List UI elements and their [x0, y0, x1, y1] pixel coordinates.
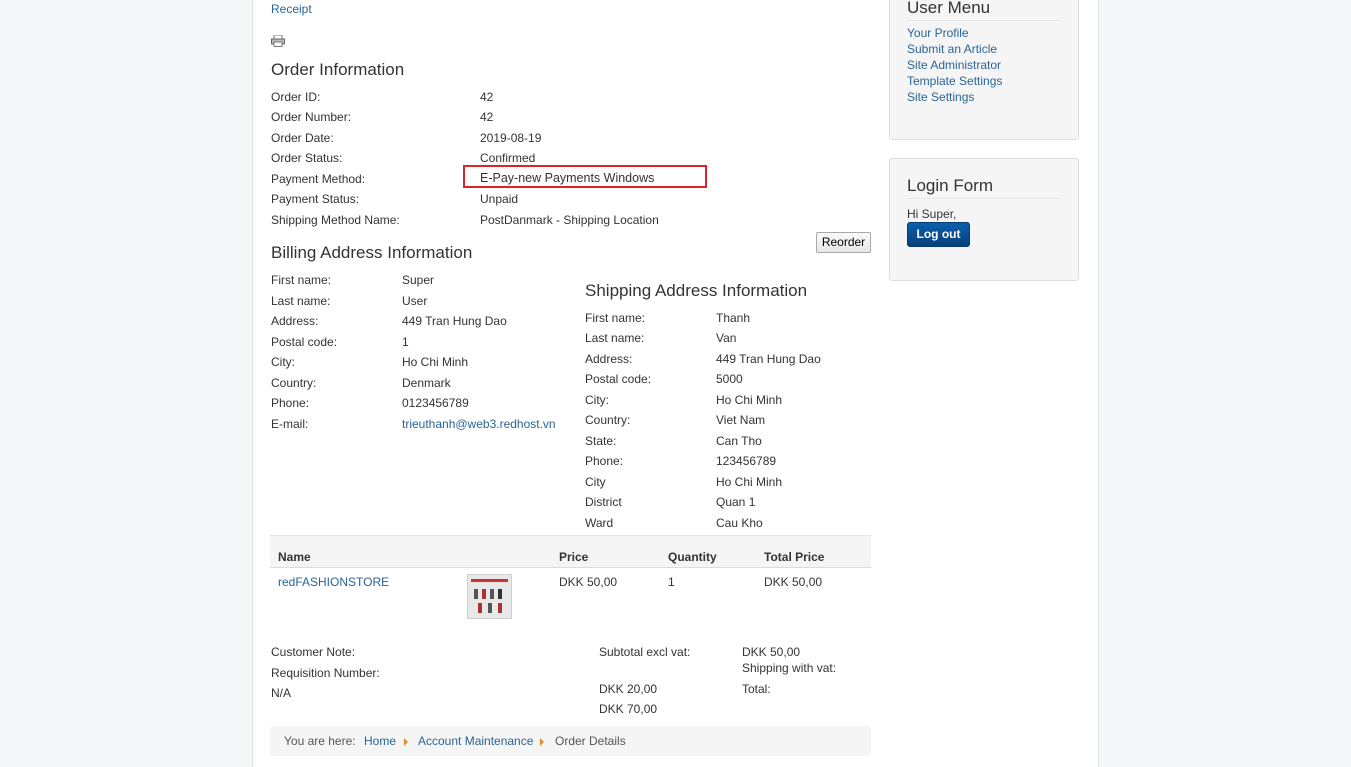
user-menu-template-settings[interactable]: Template Settings — [907, 74, 1002, 88]
login-form-divider — [907, 198, 1060, 199]
login-greeting: Hi Super, — [907, 207, 957, 221]
shipping-method-label: Shipping Method Name: — [271, 213, 400, 227]
logout-button[interactable]: Log out — [907, 222, 970, 247]
total-label: Total: — [742, 682, 771, 696]
shipping-with-vat-label: Shipping with vat: — [742, 661, 837, 675]
product-price: DKK 50,00 — [559, 575, 618, 589]
order-status-label: Order Status: — [271, 151, 343, 165]
order-id-label: Order ID: — [271, 90, 321, 104]
breadcrumb-separator-icon — [404, 738, 408, 746]
product-quantity: 1 — [668, 575, 675, 589]
receipt-link[interactable]: Receipt — [271, 2, 312, 16]
requisition-number-label: Requisition Number: — [271, 666, 380, 680]
shipping-address-value: 449 Tran Hung Dao — [716, 352, 821, 366]
col-quantity-header: Quantity — [668, 550, 717, 564]
billing-heading: Billing Address Information — [271, 243, 473, 262]
user-menu-title: User Menu — [907, 0, 991, 17]
total-value: DKK 70,00 — [599, 702, 658, 716]
shipping-ward-value: Cau Kho — [716, 516, 763, 530]
breadcrumb-prefix: You are here: — [284, 734, 356, 748]
order-id-value: 42 — [480, 90, 494, 104]
product-total: DKK 50,00 — [764, 575, 823, 589]
order-number-label: Order Number: — [271, 110, 352, 124]
shipping-phone-label: Phone: — [585, 454, 624, 468]
col-price-header: Price — [559, 550, 589, 564]
shipping-phone-value: 123456789 — [716, 454, 777, 468]
breadcrumb-separator-icon — [540, 738, 544, 746]
col-name-header: Name — [278, 550, 311, 564]
shipping-city-label: City: — [585, 393, 609, 407]
user-menu-your-profile[interactable]: Your Profile — [907, 26, 969, 40]
shipping-first-name-value: Thanh — [716, 311, 751, 325]
shipping-city2-label: City — [585, 475, 606, 489]
user-menu-site-settings[interactable]: Site Settings — [907, 90, 974, 104]
breadcrumb-account-link[interactable]: Account Maintenance — [418, 734, 533, 748]
shipping-district-value: Quan 1 — [716, 495, 756, 509]
billing-email-link[interactable]: trieuthanh@web3.redhost.vn — [402, 417, 556, 431]
user-menu-divider — [907, 20, 1060, 21]
shipping-city-value: Ho Chi Minh — [716, 393, 783, 407]
user-menu-site-administrator[interactable]: Site Administrator — [907, 58, 1001, 72]
shipping-state-value: Can Tho — [716, 434, 762, 448]
shipping-country-label: Country: — [585, 413, 631, 427]
payment-method-label: Payment Method: — [271, 172, 366, 186]
requisition-number-value: N/A — [271, 686, 292, 700]
order-date-label: Order Date: — [271, 131, 334, 145]
billing-country-label: Country: — [271, 376, 317, 390]
user-menu-submit-article[interactable]: Submit an Article — [907, 42, 997, 56]
billing-last-name-value: User — [402, 294, 428, 308]
breadcrumb-home-link[interactable]: Home — [364, 734, 396, 748]
shipping-with-vat-value: DKK 20,00 — [599, 682, 658, 696]
shipping-postal-label: Postal code: — [585, 372, 652, 386]
payment-method-highlight — [463, 165, 707, 188]
print-icon[interactable] — [271, 35, 285, 47]
breadcrumb-current: Order Details — [555, 734, 626, 748]
billing-last-name-label: Last name: — [271, 294, 331, 308]
subtotal-value: DKK 50,00 — [742, 645, 801, 659]
billing-postal-value: 1 — [402, 335, 409, 349]
billing-country-value: Denmark — [402, 376, 451, 390]
billing-first-name-label: First name: — [271, 273, 332, 287]
shipping-method-value: PostDanmark - Shipping Location — [480, 213, 659, 227]
reorder-button[interactable]: Reorder — [816, 232, 871, 253]
billing-phone-value: 0123456789 — [402, 396, 469, 410]
payment-status-label: Payment Status: — [271, 192, 360, 206]
billing-address-label: Address: — [271, 314, 319, 328]
order-info-heading: Order Information — [271, 60, 405, 79]
order-date-value: 2019-08-19 — [480, 131, 542, 145]
shipping-country-value: Viet Nam — [716, 413, 766, 427]
payment-status-value: Unpaid — [480, 192, 519, 206]
billing-email-label: E-mail: — [271, 417, 309, 431]
shipping-state-label: State: — [585, 434, 617, 448]
subtotal-label: Subtotal excl vat: — [599, 645, 691, 659]
col-total-header: Total Price — [764, 550, 825, 564]
shipping-first-name-label: First name: — [585, 311, 646, 325]
billing-postal-label: Postal code: — [271, 335, 338, 349]
login-form-title: Login Form — [907, 176, 993, 195]
customer-note-label: Customer Note: — [271, 645, 356, 659]
product-thumbnail[interactable] — [467, 574, 512, 619]
order-status-value: Confirmed — [480, 151, 536, 165]
order-number-value: 42 — [480, 110, 494, 124]
shipping-postal-value: 5000 — [716, 372, 743, 386]
billing-city-label: City: — [271, 355, 295, 369]
shipping-last-name-value: Van — [716, 331, 737, 345]
shipping-city2-value: Ho Chi Minh — [716, 475, 783, 489]
product-link[interactable]: redFASHIONSTORE — [278, 575, 389, 589]
shipping-heading: Shipping Address Information — [585, 281, 808, 300]
shipping-ward-label: Ward — [585, 516, 614, 530]
shipping-last-name-label: Last name: — [585, 331, 645, 345]
billing-phone-label: Phone: — [271, 396, 310, 410]
billing-address-value: 449 Tran Hung Dao — [402, 314, 507, 328]
shipping-address-label: Address: — [585, 352, 633, 366]
billing-city-value: Ho Chi Minh — [402, 355, 469, 369]
shipping-district-label: District — [585, 495, 622, 509]
billing-first-name-value: Super — [402, 273, 435, 287]
